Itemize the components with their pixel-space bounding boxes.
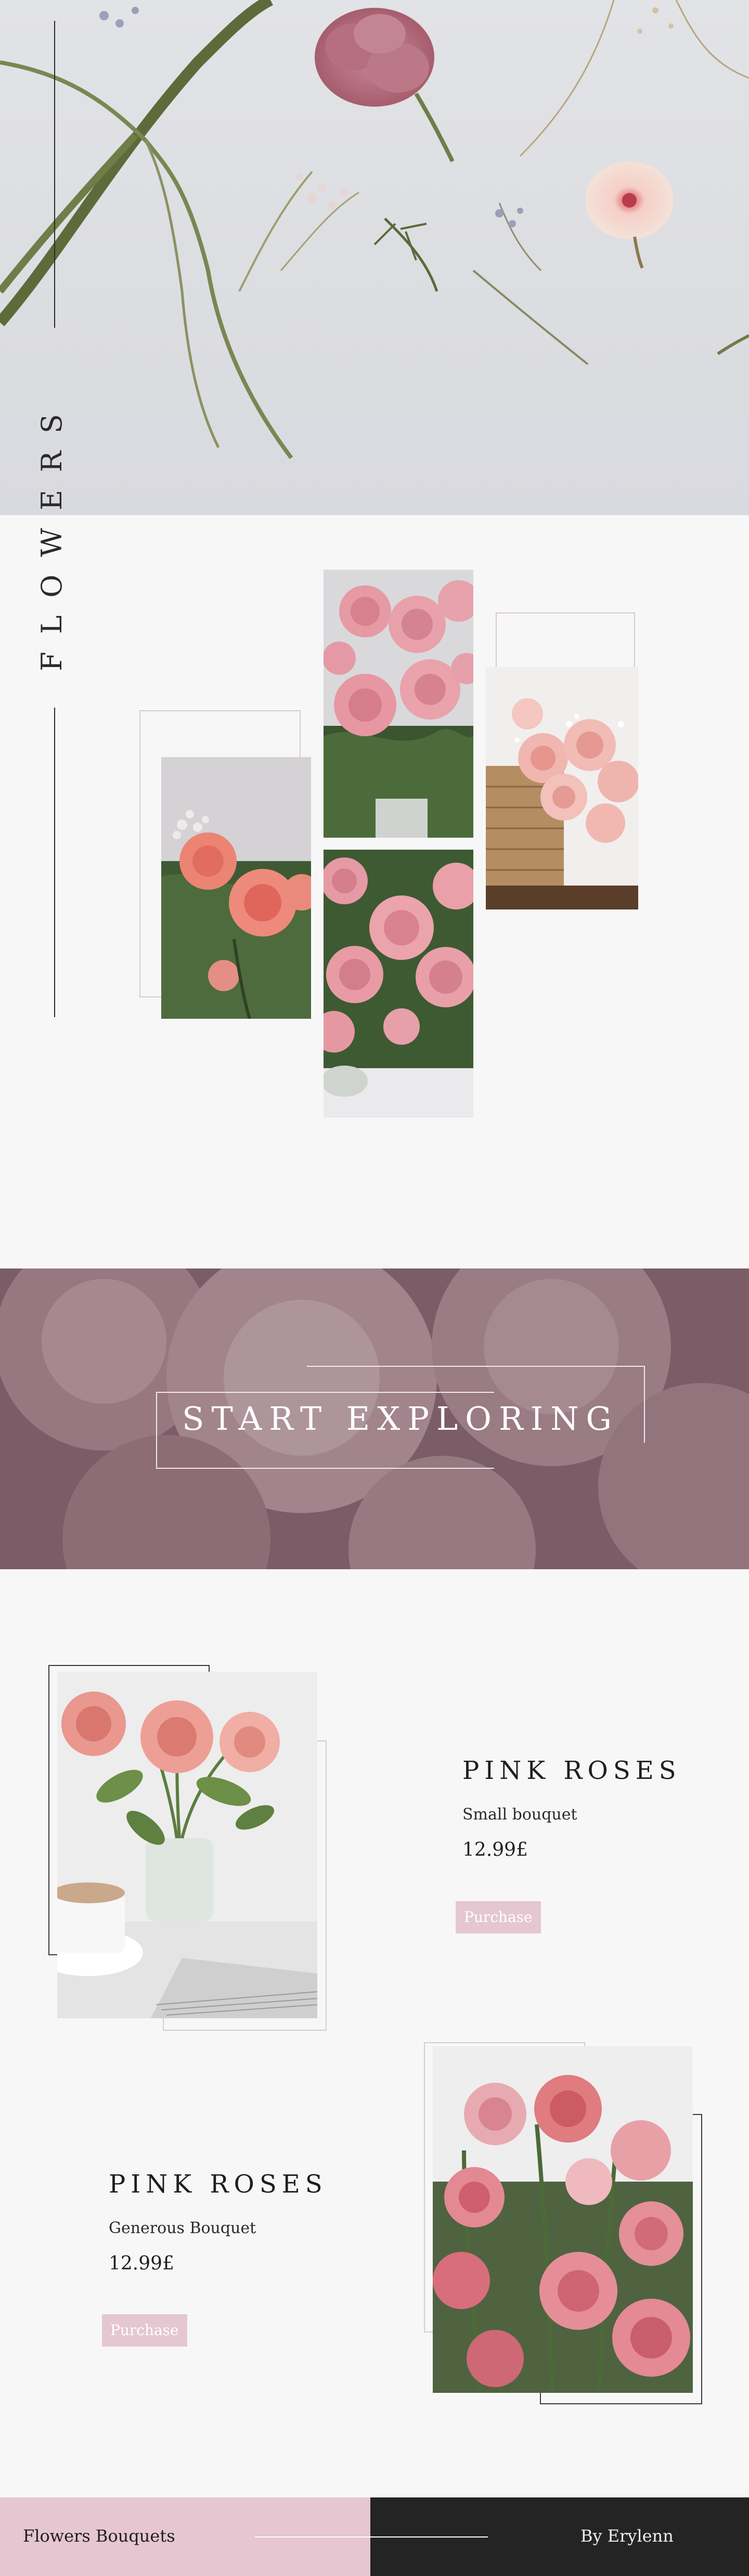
start-exploring-title[interactable]: START EXPLORING bbox=[156, 1400, 645, 1438]
vertical-page-title: FLOWERS bbox=[35, 396, 68, 671]
roses-bouquet-photo-4 bbox=[486, 667, 638, 909]
product-2-price: 12.99£ bbox=[109, 2253, 174, 2274]
product-1-description: Small bouquet bbox=[462, 1805, 577, 1824]
product-2-name: PINK ROSES bbox=[109, 2170, 328, 2199]
product-1-purchase-button[interactable]: Purchase bbox=[456, 1901, 541, 1933]
product-2-description: Generous Bouquet bbox=[109, 2219, 256, 2237]
product-1-price: 12.99£ bbox=[462, 1839, 528, 1861]
product-2-purchase-button[interactable]: Purchase bbox=[102, 2314, 187, 2347]
footer-brand[interactable]: Flowers Bouquets bbox=[23, 2526, 175, 2546]
vertical-divider-bottom bbox=[54, 708, 55, 1017]
roses-bouquet-photo-1 bbox=[161, 757, 311, 1019]
product-2-photo bbox=[433, 2046, 693, 2393]
roses-bouquet-photo-2 bbox=[324, 570, 473, 838]
footer-divider bbox=[255, 2536, 488, 2537]
hero-image bbox=[0, 0, 749, 515]
product-1-name: PINK ROSES bbox=[462, 1756, 681, 1785]
footer: Flowers Bouquets By Erylenn bbox=[0, 2497, 749, 2576]
flat-lay-flowers-photo bbox=[0, 0, 749, 459]
page: FLOWERS START EXPLORING PINK ROSES Small… bbox=[0, 0, 749, 2576]
roses-bouquet-photo-3 bbox=[324, 850, 473, 1118]
product-1-photo bbox=[57, 1672, 317, 2018]
vertical-divider-top bbox=[54, 21, 55, 328]
footer-author: By Erylenn bbox=[580, 2526, 674, 2546]
